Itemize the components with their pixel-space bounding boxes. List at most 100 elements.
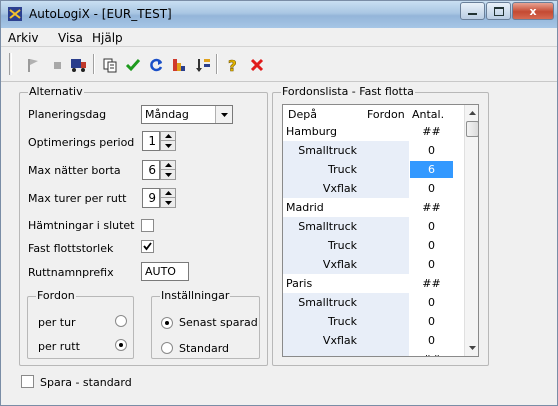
antal-cell[interactable]: 0: [410, 237, 453, 254]
vehicle-row[interactable]: Vxflak 0: [283, 331, 463, 350]
antal-cell[interactable]: 0: [410, 180, 453, 197]
flag-icon: [28, 59, 38, 72]
menu-hjalp[interactable]: Hjälp: [92, 31, 123, 45]
max-turer-value[interactable]: 9: [142, 188, 160, 208]
vehicle-cell: Smalltruck: [283, 217, 409, 236]
antal-cell[interactable]: ##: [410, 275, 453, 292]
senast-sparad-label: Senast sparad: [179, 316, 258, 329]
depot-row[interactable]: Hamburg ##: [283, 122, 463, 141]
header-fordon[interactable]: Fordon: [367, 108, 405, 121]
menu-bar: Arkiv Visa Hjälp: [1, 28, 557, 47]
vertical-scrollbar[interactable]: [464, 105, 478, 356]
ruttnamnprefix-label: Ruttnamnprefix: [28, 266, 114, 279]
antal-cell[interactable]: ##: [410, 123, 453, 140]
planeringsdag-label: Planeringsdag: [28, 108, 107, 121]
chevron-down-icon[interactable]: [215, 106, 232, 123]
chart-button[interactable]: [169, 55, 189, 75]
planeringsdag-select[interactable]: Måndag: [141, 105, 233, 124]
scroll-thumb[interactable]: [466, 121, 478, 137]
vehicle-cell: Truck: [283, 312, 409, 331]
stop-icon: [54, 62, 61, 69]
antal-cell[interactable]: 0: [410, 332, 453, 349]
vehicle-row[interactable]: Smalltruck 0: [283, 293, 463, 312]
stop-button[interactable]: [47, 55, 67, 75]
scroll-up-icon[interactable]: [465, 106, 478, 120]
vehicle-row[interactable]: Smalltruck 0: [283, 141, 463, 160]
antal-cell[interactable]: ##: [410, 199, 453, 216]
check-icon: [125, 59, 141, 72]
fast-flottstorlek-label: Fast flottstorlek: [28, 242, 114, 255]
antal-cell[interactable]: 0: [410, 294, 453, 311]
maximize-icon: [493, 6, 504, 16]
antal-cell[interactable]: 0: [410, 256, 453, 273]
header-antal[interactable]: Antal.: [412, 108, 444, 121]
depot-row[interactable]: Madrid ##: [283, 198, 463, 217]
antal-cell[interactable]: 6: [410, 161, 453, 178]
help-button[interactable]: ?: [223, 55, 243, 75]
fast-flottstorlek-checkbox[interactable]: [141, 240, 154, 253]
sort-button[interactable]: [193, 55, 213, 75]
per-rutt-radio[interactable]: [115, 339, 127, 351]
copy-button[interactable]: [100, 55, 120, 75]
close-button[interactable]: x: [512, 2, 554, 20]
svg-text:?: ?: [228, 57, 237, 73]
optimeringsperiod-value[interactable]: 1: [142, 131, 160, 151]
max-natter-value[interactable]: 6: [142, 160, 160, 180]
vehicle-row[interactable]: Vxflak 0: [283, 179, 463, 198]
standard-radio[interactable]: [161, 342, 173, 354]
antal-cell[interactable]: 0: [410, 218, 453, 235]
refresh-button[interactable]: [146, 55, 166, 75]
vehicle-row[interactable]: Vxflak 0: [283, 255, 463, 274]
vehicle-row[interactable]: Smalltruck 0: [283, 217, 463, 236]
vehicle-type: Vxflak: [322, 182, 357, 195]
standard-label: Standard: [179, 342, 230, 355]
truck-button[interactable]: [69, 55, 89, 75]
antal-cell[interactable]: 0: [410, 142, 453, 159]
vehicle-type: Smalltruck: [298, 144, 357, 157]
vehicle-cell: Vxflak: [283, 255, 409, 274]
spin-up-icon[interactable]: [161, 189, 175, 198]
vehicle-type: Truck: [327, 239, 357, 252]
vehicle-row[interactable]: Truck 0: [283, 236, 463, 255]
max-turer-label: Max turer per rutt: [28, 192, 127, 205]
vehicle-cell: Truck: [283, 236, 409, 255]
antal-cell[interactable]: ##: [410, 351, 453, 356]
vehicle-cell: Truck: [283, 160, 409, 179]
menu-arkiv[interactable]: Arkiv: [8, 31, 39, 45]
vehicle-row[interactable]: Truck 6: [283, 160, 463, 179]
spin-up-icon[interactable]: [161, 132, 175, 141]
senast-sparad-radio[interactable]: [161, 317, 173, 329]
maximize-button[interactable]: [486, 2, 511, 20]
spin-down-icon[interactable]: [161, 141, 175, 150]
fordonslista-grid[interactable]: Depå Fordon Antal. Hamburg ## Smalltruck 0 T…: [282, 104, 479, 357]
vehicle-type: Vxflak: [322, 334, 357, 347]
antal-cell[interactable]: 0: [410, 313, 453, 330]
flag-button[interactable]: [23, 55, 43, 75]
spin-down-icon[interactable]: [161, 198, 175, 207]
cancel-button[interactable]: [247, 55, 267, 75]
refresh-icon: [150, 58, 163, 72]
header-depa[interactable]: Depå: [288, 108, 317, 121]
spin-down-icon[interactable]: [161, 170, 175, 179]
spara-standard-checkbox[interactable]: [21, 375, 34, 388]
menu-visa[interactable]: Visa: [58, 31, 83, 45]
help-icon: ?: [228, 57, 237, 73]
vehicle-row[interactable]: ##: [283, 350, 463, 356]
depot-row[interactable]: Paris ##: [283, 274, 463, 293]
vehicle-cell: Vxflak: [283, 331, 409, 350]
hamtningar-checkbox[interactable]: [141, 219, 154, 232]
vehicle-row[interactable]: Truck 0: [283, 312, 463, 331]
per-rutt-label: per rutt: [38, 340, 80, 353]
vehicle-type: Vxflak: [322, 258, 357, 271]
minimize-button[interactable]: [460, 2, 485, 20]
vehicle-type: Truck: [327, 315, 357, 328]
scroll-down-icon[interactable]: [465, 341, 478, 355]
confirm-button[interactable]: [123, 55, 143, 75]
spin-up-icon[interactable]: [161, 161, 175, 170]
title-bar: AutoLogiX - [EUR_TEST] x: [1, 1, 557, 28]
copy-icon: [103, 58, 117, 73]
hamtningar-label: Hämtningar i slutet: [28, 219, 135, 232]
per-tur-radio[interactable]: [115, 315, 127, 327]
ruttnamnprefix-input[interactable]: AUTO: [141, 262, 189, 281]
app-window: AutoLogiX - [EUR_TEST] x Arkiv Visa Hjäl…: [0, 0, 558, 406]
